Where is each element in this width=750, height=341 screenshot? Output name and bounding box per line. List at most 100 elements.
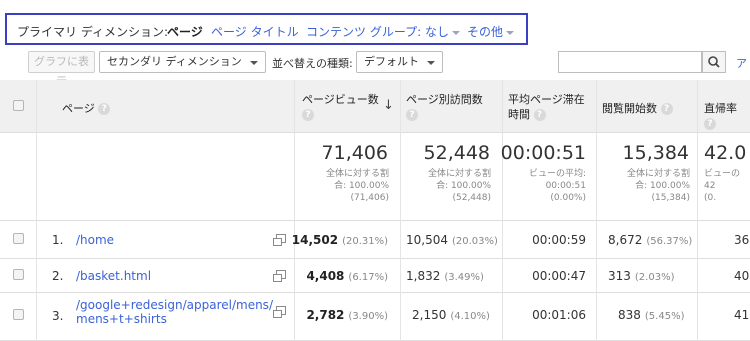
total-pageviews: 71,406	[321, 142, 388, 164]
row-page-link[interactable]: /basket.html	[76, 269, 151, 283]
search-icon	[708, 56, 720, 68]
dimension-content-group[interactable]: コンテンツ グループ: なし	[306, 23, 460, 40]
header-page-label: ページ	[62, 102, 95, 115]
row-page-link[interactable]: /home	[76, 233, 114, 247]
row-unique: 2,150 (4.10%)	[412, 308, 490, 322]
unique-pct: (20.03%)	[452, 236, 498, 247]
chevron-down-icon	[250, 61, 258, 65]
header-page[interactable]: ページ ?	[62, 101, 111, 116]
row-checkbox[interactable]	[13, 309, 24, 320]
advanced-link[interactable]: ア	[736, 55, 747, 71]
entrances-value: 8,672	[608, 233, 643, 247]
row-entrances: 838 (5.45%)	[618, 308, 684, 322]
dimension-other[interactable]: その他	[467, 23, 515, 40]
header-pageviews[interactable]: ページビュー数?	[302, 92, 379, 122]
row-bounce: 36	[734, 233, 750, 247]
other-label: その他	[467, 25, 504, 39]
row-page-link[interactable]: /google+redesign/apparel/mens/mens+t+shi…	[76, 298, 273, 326]
row-avg-time: 00:01:06	[532, 308, 586, 322]
header-pageviews-label: ページビュー数	[302, 93, 379, 106]
row-number: 2.	[52, 269, 64, 283]
row-bounce: 40	[734, 269, 750, 283]
help-icon[interactable]: ?	[98, 103, 111, 115]
unique-pct: (4.10%)	[450, 311, 490, 322]
header-entrances[interactable]: 閲覧開始数 ?	[602, 101, 673, 116]
header-bounce[interactable]: 直帰率 ?	[704, 101, 750, 131]
divider	[0, 132, 750, 133]
row-avg-time: 00:00:59	[532, 233, 586, 247]
entrances-pct: (2.03%)	[634, 272, 675, 283]
row-entrances: 8,672 (56.37%)	[608, 233, 692, 247]
pageviews-value: 14,502	[291, 233, 339, 247]
data-table: ページ ? ページビュー数? ↓ ページ別訪問数? 平均ページ滞在 時間 ? 閲覧…	[0, 80, 750, 341]
divider	[294, 80, 295, 341]
total-entrances: 15,384	[622, 142, 689, 164]
row-avg-time: 00:00:47	[532, 269, 586, 283]
pageviews-value: 4,408	[306, 269, 345, 283]
header-entrances-label: 閲覧開始数	[602, 102, 657, 115]
row-pageviews: 14,502 (20.31%)	[292, 233, 388, 247]
total-unique-sub: 全体に対する割 合: 100.00% (52,448)	[427, 169, 491, 203]
plot-rows-button[interactable]: グラフに表示	[28, 51, 95, 88]
total-pageviews-sub: 全体に対する割 合: 100.00% (71,406)	[325, 169, 389, 203]
primary-dimension-bar: プライマリ ディメンション: ページ ページ タイトル コンテンツ グループ: …	[5, 13, 528, 45]
sort-desc-icon[interactable]: ↓	[383, 98, 394, 113]
row-checkbox[interactable]	[13, 233, 24, 244]
pageviews-pct: (3.90%)	[348, 311, 388, 322]
dimension-page-title[interactable]: ページ タイトル	[211, 23, 299, 40]
row-entrances: 313 (2.03%)	[608, 269, 674, 283]
row-pageviews: 2,782 (3.90%)	[306, 308, 388, 322]
pageviews-pct: (6.17%)	[348, 272, 388, 283]
total-unique: 52,448	[423, 142, 490, 164]
header-avg-time-line2: 時間	[508, 108, 530, 121]
total-bounce-sub: ビューの 42 (0.	[704, 169, 741, 203]
row-number: 3.	[52, 309, 64, 323]
sort-type-value: デフォルト	[364, 55, 419, 68]
help-icon[interactable]: ?	[704, 118, 716, 130]
row-checkbox[interactable]	[13, 269, 24, 280]
chevron-down-icon	[506, 30, 515, 35]
entrances-value: 313	[608, 269, 631, 283]
table-toolbar: グラフに表示 セカンダリ ディメンション 並べ替えの種類: デフォルト ア	[0, 48, 750, 88]
header-unique-pageviews[interactable]: ページ別訪問数?	[406, 92, 483, 122]
open-page-icon[interactable]	[273, 270, 286, 282]
open-page-icon[interactable]	[273, 306, 286, 318]
unique-pct: (3.49%)	[444, 272, 484, 283]
secondary-dimension-select[interactable]: セカンダリ ディメンション	[99, 51, 266, 73]
total-bounce: 42.0	[704, 142, 747, 164]
search-button[interactable]	[702, 51, 726, 73]
page-link-line1: /google+redesign/apparel/mens/	[76, 298, 273, 312]
header-avg-time[interactable]: 平均ページ滞在 時間 ?	[508, 92, 585, 122]
dimension-page[interactable]: ページ	[167, 23, 203, 40]
unique-value: 10,504	[406, 233, 448, 247]
page-link-line2: mens+t+shirts	[76, 312, 167, 326]
select-all-checkbox[interactable]	[13, 100, 24, 111]
help-icon[interactable]: ?	[533, 109, 546, 121]
pageviews-pct: (20.31%)	[342, 236, 388, 247]
divider	[0, 258, 750, 259]
divider	[596, 80, 597, 341]
divider	[0, 220, 750, 221]
row-bounce: 41	[734, 308, 750, 322]
sort-type-label: 並べ替えの種類:	[272, 57, 353, 70]
entrances-pct: (5.45%)	[644, 311, 685, 322]
table-search-input[interactable]	[558, 51, 702, 73]
entrances-pct: (56.37%)	[646, 236, 693, 247]
pageviews-value: 2,782	[306, 308, 345, 322]
chevron-down-icon	[451, 30, 460, 35]
help-icon[interactable]: ?	[406, 109, 418, 121]
help-icon[interactable]: ?	[660, 103, 673, 115]
help-icon[interactable]: ?	[302, 109, 314, 121]
header-avg-time-line1: 平均ページ滞在	[508, 93, 585, 106]
divider	[0, 292, 750, 293]
primary-dimension-label: プライマリ ディメンション:	[17, 25, 169, 39]
divider	[502, 80, 503, 341]
divider	[36, 80, 37, 341]
sort-type-select[interactable]: デフォルト	[356, 51, 443, 73]
entrances-value: 838	[618, 308, 641, 322]
open-page-icon[interactable]	[273, 234, 286, 246]
row-unique: 10,504 (20.03%)	[406, 233, 498, 247]
total-entrances-sub: 全体に対する割 合: 100.00% (15,384)	[626, 169, 690, 203]
content-group-label: コンテンツ グループ: なし	[306, 25, 449, 39]
header-unique-label: ページ別訪問数	[406, 93, 483, 106]
